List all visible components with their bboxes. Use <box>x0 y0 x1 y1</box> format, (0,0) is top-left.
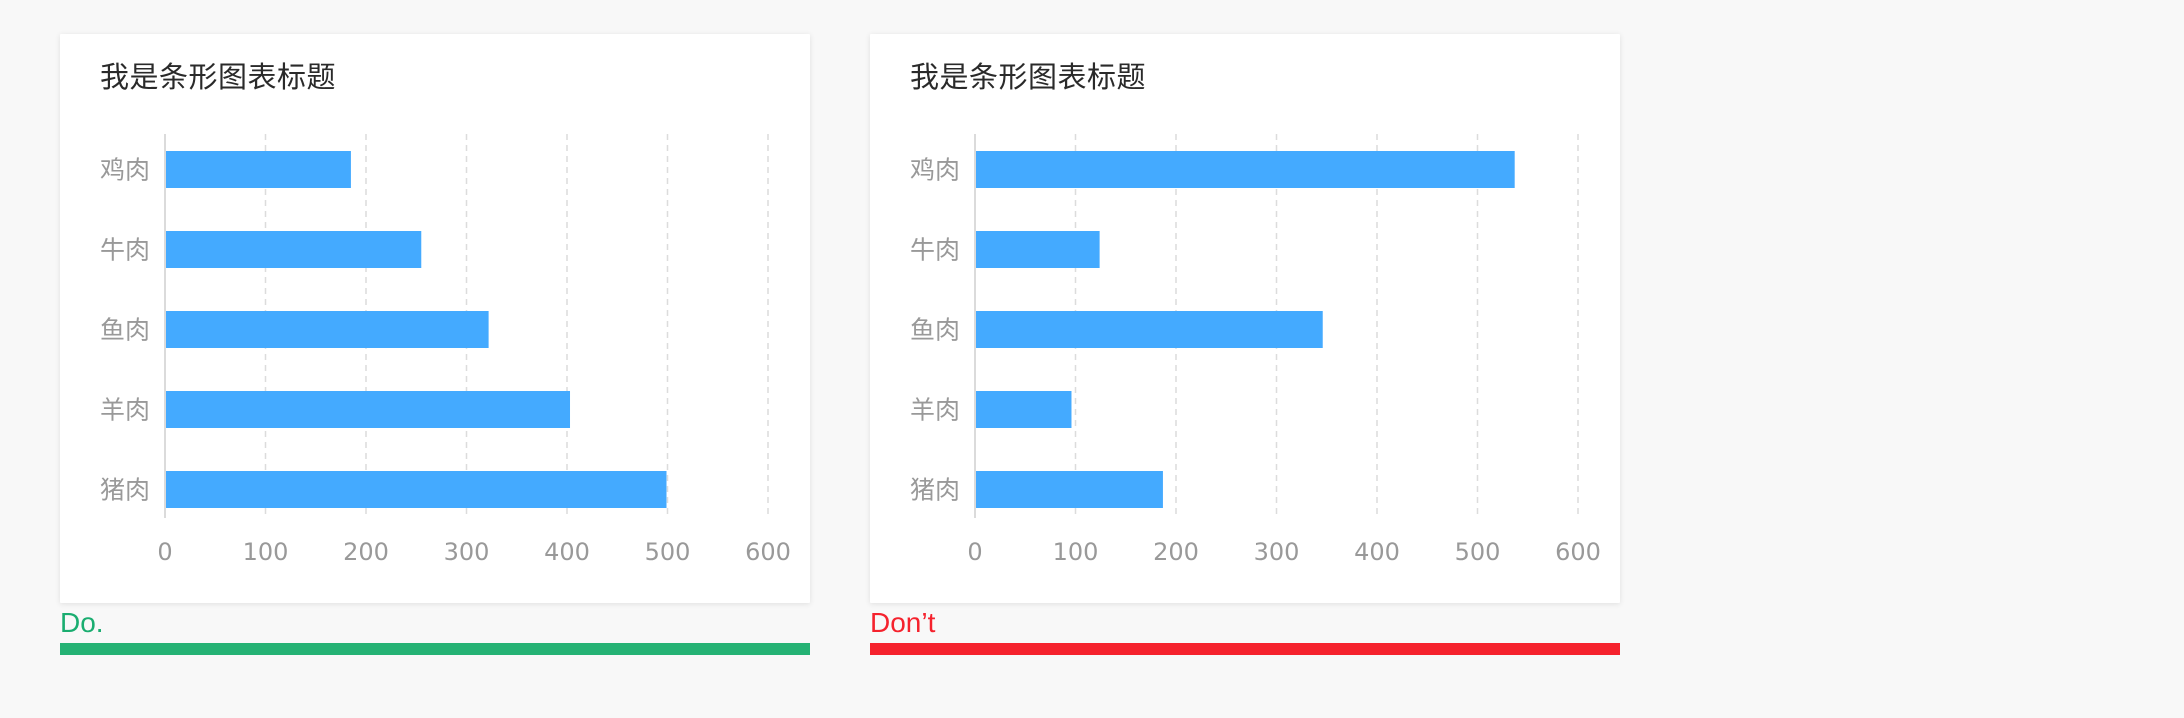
bar <box>976 471 1163 508</box>
bar-chart: 0 100 200 300 400 500 600 鸡肉牛肉鱼肉羊肉猪肉 <box>100 134 791 566</box>
x-tick-label: 100 <box>243 538 289 566</box>
bar <box>166 311 489 348</box>
dont-label: Don’t <box>870 607 936 638</box>
x-tick-label: 300 <box>444 538 490 566</box>
x-tick-label: 0 <box>157 538 172 566</box>
bar <box>166 471 667 508</box>
dont-indicator-bar <box>870 643 1620 655</box>
category-label: 鸡肉 <box>100 156 150 185</box>
x-tick-label: 100 <box>1053 538 1099 566</box>
category-label: 猪肉 <box>910 476 960 505</box>
x-tick-label: 500 <box>645 538 691 566</box>
category-label: 牛肉 <box>910 236 960 265</box>
bar <box>976 311 1323 348</box>
category-label: 牛肉 <box>100 236 150 265</box>
x-tick-label: 200 <box>343 538 389 566</box>
bar <box>976 151 1515 188</box>
x-tick-label: 400 <box>544 538 590 566</box>
category-label: 鸡肉 <box>910 156 960 185</box>
category-label: 鱼肉 <box>100 316 150 345</box>
do-chart-card: 我是条形图表标题 0 100 200 300 400 500 600 鸡肉 牛肉 鱼肉 羊肉 猪肉 <box>60 34 810 603</box>
x-tick-label: 500 <box>1455 538 1501 566</box>
category-label: 羊肉 <box>910 396 960 425</box>
category-label: 猪肉 <box>100 476 150 505</box>
bar <box>166 231 422 268</box>
x-tick-label: 300 <box>1254 538 1300 566</box>
x-tick-label: 200 <box>1153 538 1199 566</box>
bar-chart: 0 100 200 300 400 500 600 鸡肉牛肉鱼肉羊肉猪肉 <box>910 134 1601 566</box>
bar <box>976 391 1072 428</box>
bar <box>166 151 351 188</box>
x-tick-label: 600 <box>1555 538 1601 566</box>
x-tick-label: 400 <box>1354 538 1400 566</box>
do-indicator-bar <box>60 643 810 655</box>
dont-chart-card: 我是条形图表标题 0 100 200 300 400 500 600 鸡肉 牛肉 鱼肉 羊肉 猪肉 <box>870 34 1620 603</box>
bar <box>976 231 1100 268</box>
x-tick-label: 0 <box>967 538 982 566</box>
category-label: 鱼肉 <box>910 316 960 345</box>
do-label: Do. <box>60 607 104 638</box>
x-tick-label: 600 <box>745 538 791 566</box>
bar <box>166 391 571 428</box>
category-label: 羊肉 <box>100 396 150 425</box>
